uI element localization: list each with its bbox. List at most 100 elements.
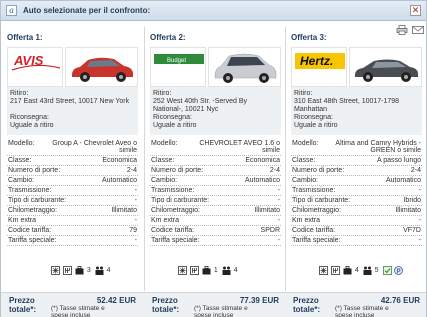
spec-value: - <box>277 187 280 194</box>
pickup-info: Ritiro: 310 East 48th Street, 10017-1798… <box>291 87 422 135</box>
ac-icon <box>178 266 187 275</box>
column-divider <box>285 27 286 291</box>
spec-value: Illimitato <box>395 207 421 214</box>
price-block-2: Prezzo totale*: 77.39 EUR (*) Tasse stim… <box>148 295 283 317</box>
seats-count: 3 <box>86 267 91 274</box>
spec-row-gearbox: Cambio: Automatico <box>291 176 422 186</box>
passengers-icon <box>222 266 231 275</box>
spec-row-class: Classe: Economica <box>150 156 281 166</box>
spec-value: Illimitato <box>111 207 137 214</box>
spec-value: 2-4 <box>269 167 280 174</box>
spec-row-transmission: Trasmissione: - <box>150 186 281 196</box>
ac-icon <box>51 266 60 275</box>
offer-column-1: Offerta 1: AVIS Ritiro: 217 East 43rd St… <box>5 27 140 291</box>
pickup-address: 217 East 43rd Street, 10017 New York <box>10 98 130 105</box>
spec-value: - <box>134 237 137 244</box>
spec-value: Group A - Chevrolet Aveo o simile <box>52 140 137 154</box>
spec-row-special-rate: Tariffa speciale: - <box>7 236 138 246</box>
title-bar: a Auto selezionate per il confronto: ✕ <box>1 1 426 21</box>
return-label: Riconsegna: <box>10 114 49 121</box>
spec-label: Trasmissione: <box>8 187 52 194</box>
spec-label: Modello: <box>8 140 35 147</box>
spec-row-mileage: Chilometraggio: Illimitato <box>7 206 138 216</box>
price-bar: Prezzo totale*: 52.42 EUR (*) Tasse stim… <box>1 292 426 317</box>
feature-icons: 4 5 P <box>319 266 404 276</box>
spec-label: Codice tariffa: <box>8 227 52 234</box>
spec-value: Automatico <box>385 177 421 184</box>
price-label: Prezzo totale*: <box>152 296 180 314</box>
logo-text: Budget <box>167 58 186 64</box>
spec-row-special-rate: Tariffa speciale: - <box>291 236 422 246</box>
price-block-1: Prezzo totale*: 52.42 EUR (*) Tasse stim… <box>5 295 140 317</box>
return-label: Riconsegna: <box>294 114 333 121</box>
pickup-label: Ritiro: <box>10 90 29 97</box>
pickup-info: Ritiro: 217 East 43rd Street, 10017 New … <box>7 87 138 135</box>
spec-row-special-rate: Tariffa speciale: - <box>150 236 281 246</box>
spec-row-model: Modello: Group A - Chevrolet Aveo o simil… <box>7 139 138 156</box>
pickup-label: Ritiro: <box>294 90 313 97</box>
spec-value: - <box>418 187 421 194</box>
column-divider <box>144 27 145 291</box>
spec-label: Chilometraggio: <box>151 207 201 214</box>
luggage-icon <box>343 266 352 275</box>
spec-value: Ibrido <box>403 197 421 204</box>
budget-logo: Budget <box>150 47 206 87</box>
green-check-icon <box>382 266 392 275</box>
spec-label: Km extra <box>8 217 37 224</box>
spec-row-gearbox: Cambio: Automatico <box>7 176 138 186</box>
spec-row-fuel: Tipo di carburante: Ibrido <box>291 196 422 206</box>
spec-value: - <box>277 237 280 244</box>
spec-value: - <box>134 187 137 194</box>
offer-column-2: Offerta 2: Budget Ritiro: 252 West 40th … <box>148 27 283 291</box>
window-title: Auto selezionate per il confronto: <box>23 6 151 15</box>
spec-row-extra-km: Km extra - <box>291 216 422 226</box>
seats-count: 4 <box>354 267 359 274</box>
spec-label: Km extra <box>151 217 180 224</box>
hertz-logo: Hertz. <box>291 47 347 87</box>
spec-value: VF7D <box>403 227 421 234</box>
spec-row-class: Classe: A passo lungo <box>291 156 422 166</box>
svg-text:P: P <box>397 269 401 275</box>
spec-row-mileage: Chilometraggio: Illimitato <box>150 206 281 216</box>
close-button[interactable]: ✕ <box>410 5 421 16</box>
spec-value: - <box>134 217 137 224</box>
spec-label: Chilometraggio: <box>8 207 58 214</box>
transmission-icon <box>190 266 199 275</box>
offer-title: Offerta 1: <box>7 33 43 42</box>
spec-row-class: Classe: Economica <box>7 156 138 166</box>
price-amount: 42.76 EUR <box>380 296 420 305</box>
logo-text: Hertz. <box>300 54 333 68</box>
spec-value: - <box>418 217 421 224</box>
price-label: Prezzo totale*: <box>9 296 37 314</box>
price-block-3: Prezzo totale*: 42.76 EUR (*) Tasse stim… <box>289 295 424 317</box>
spec-row-doors: Numero di porte: 2-4 <box>291 166 422 176</box>
spec-label: Classe: <box>151 157 175 164</box>
spec-value: Economica <box>245 157 280 164</box>
spec-value: Economica <box>102 157 137 164</box>
spec-row-model: Modello: Altima and Camry Hybrids - GREEN… <box>291 139 422 156</box>
spec-label: Trasmissione: <box>292 187 336 194</box>
spec-label: Tipo di carburante: <box>8 197 67 204</box>
passengers-icon <box>95 266 104 275</box>
spec-value: - <box>277 217 280 224</box>
car-image <box>208 47 281 87</box>
spec-value: A passo lungo <box>377 157 421 164</box>
spec-row-doors: Numero di porte: 2-4 <box>150 166 281 176</box>
spec-value: 2-4 <box>126 167 137 174</box>
specs-table: Modello: Group A - Chevrolet Aveo o simil… <box>7 139 138 246</box>
spec-value: SPDR <box>260 227 280 234</box>
price-note: (*) Tasse stimate e spese incluse <box>335 305 389 317</box>
spec-label: Numero di porte: <box>151 167 204 174</box>
return-label: Riconsegna: <box>153 114 192 121</box>
bags-count: 5 <box>374 267 379 274</box>
spec-row-extra-km: Km extra - <box>150 216 281 226</box>
spec-value: 2-4 <box>410 167 421 174</box>
seats-count: 1 <box>213 267 218 274</box>
spec-label: Modello: <box>151 140 178 147</box>
offer-title: Offerta 2: <box>150 33 186 42</box>
price-amount: 52.42 EUR <box>96 296 136 305</box>
spec-label: Tipo di carburante: <box>292 197 351 204</box>
car-image <box>349 47 422 87</box>
offer-column-3: Offerta 3: Hertz. Ritiro: 310 East 48th … <box>289 27 423 291</box>
spec-value: Altima and Camry Hybrids - GREEN o simil… <box>335 140 421 154</box>
